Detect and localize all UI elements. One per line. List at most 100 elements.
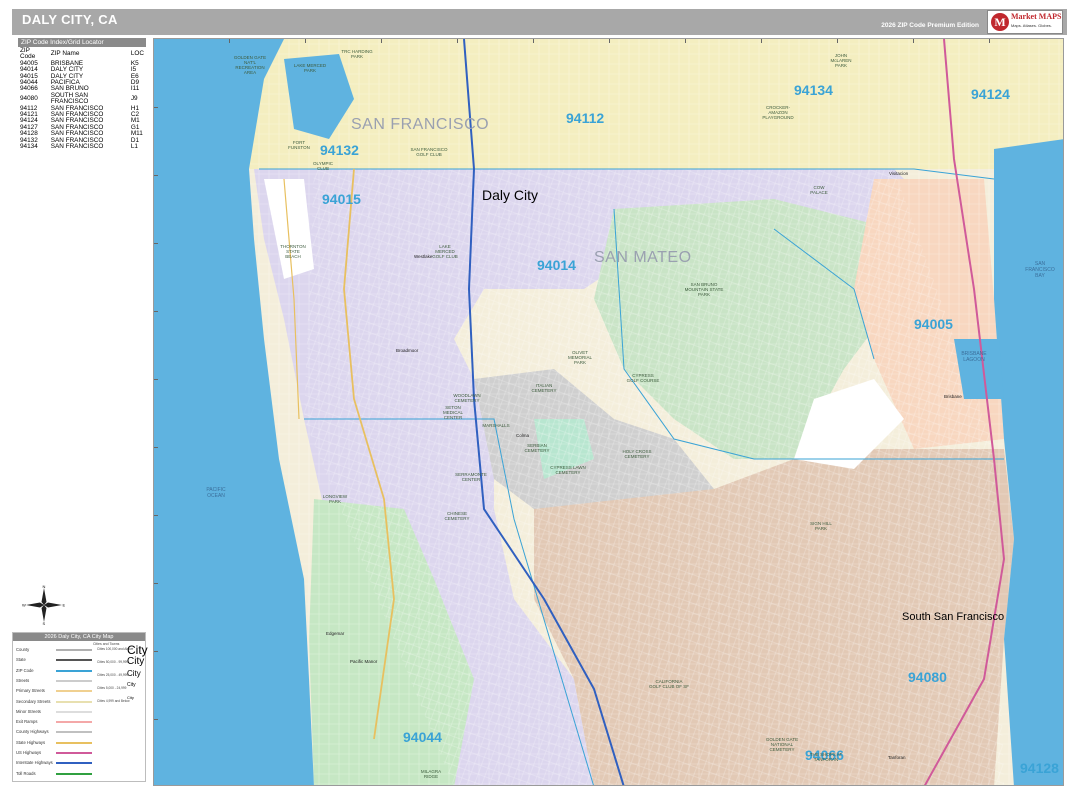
grid-tick	[154, 379, 158, 380]
grid-tick	[229, 39, 230, 43]
park-label: MARSHALLS	[482, 423, 510, 428]
zip-locator: ZIP Code Index/Grid Locator ZIP Code ZIP…	[18, 38, 146, 151]
legend-swatch	[56, 659, 92, 662]
park-label: LONGVIEW PARK	[322, 494, 348, 504]
park-label: SIGN HILL PARK	[810, 521, 832, 531]
city-label-south-san-francisco: South San Francisco	[902, 611, 1005, 623]
park-label: THORNTON STATE BEACH	[280, 244, 306, 259]
legend-label: County Highways	[16, 729, 49, 735]
legend-swatch	[56, 700, 92, 703]
park-label: CYPRESS LAWN CEMETERY	[550, 465, 586, 475]
legend-swatch	[56, 721, 92, 724]
locator-col-name: ZIP Name	[50, 50, 80, 58]
compass-w: W	[22, 603, 26, 608]
grid-tick	[381, 39, 382, 43]
locator-cell-loc: J9	[130, 95, 138, 103]
park-label: GOLDEN GATE NATIONAL CEMETERY	[765, 737, 799, 752]
compass-rose-icon: N S W E	[22, 584, 66, 626]
map-title: DALY CITY, CA	[22, 12, 118, 27]
legend-city-sample: City	[127, 682, 136, 688]
locator-title: ZIP Code Index/Grid Locator	[18, 38, 146, 47]
grid-tick	[533, 39, 534, 43]
locator-row: 94134 SAN FRANCISCO L1	[18, 143, 146, 151]
park-label: CALIFORNIA GOLF CLUB OF SF	[649, 679, 690, 689]
park-label: LAKE MERCED PARK	[293, 63, 327, 73]
logo-tagline: Maps. Atlases. Globes.	[1011, 23, 1052, 28]
legend-swatch	[56, 752, 92, 754]
park-label: MILAGRA RIDGE	[420, 769, 442, 779]
grid-tick	[837, 39, 838, 43]
edition-label: 2026 ZIP Code Premium Edition	[881, 22, 979, 29]
zip-label-94132: 94132	[320, 142, 359, 158]
legend-row: State Highways	[16, 738, 144, 748]
legend-label: US Highways	[16, 750, 42, 755]
legend-swatch	[56, 679, 92, 682]
grid-tick	[154, 515, 158, 516]
grid-tick	[913, 39, 914, 43]
grid-tick	[154, 311, 158, 312]
map-legend: 2026 Daly City, CA City Map Cities and T…	[12, 632, 148, 782]
grid-tick	[609, 39, 610, 43]
zip-label-94014: 94014	[537, 257, 576, 273]
legend-swatch	[56, 762, 92, 765]
town-label: Pacific Manor	[350, 659, 378, 664]
zip-label-94112: 94112	[566, 110, 605, 126]
region-label-san-mateo: SAN MATEO	[594, 249, 692, 266]
legend-city-sample: City	[127, 669, 141, 678]
legend-label: ZIP Code	[16, 667, 34, 673]
park-label: OLYMPIC CLUB	[313, 161, 333, 171]
legend-label: Streets	[16, 677, 30, 683]
map-canvas[interactable]: 94015 94014 94112 94134 94124 94132 9400…	[153, 38, 1064, 786]
locator-table: ZIP Code ZIP Name LOC 94005 BRISBANE K5 940…	[18, 47, 146, 151]
logo-brand: Market MAPS	[1011, 12, 1062, 21]
legend-label: Minor Streets	[16, 708, 41, 714]
town-label: Broadmoor	[396, 348, 419, 353]
legend-label: Toll Roads	[16, 770, 36, 776]
legend-row: Streets	[16, 676, 144, 686]
legend-row: County Highways	[16, 727, 144, 737]
grid-tick	[154, 583, 158, 584]
park-label: HOLY CROSS CEMETERY	[622, 449, 652, 459]
legend-swatch	[56, 649, 92, 651]
town-label: Colma	[516, 433, 530, 438]
legend-swatch	[56, 731, 92, 734]
legend-city-pop: Cities 50,000 - 99,999	[97, 660, 129, 664]
park-label: SAN FRANCISCO GOLF CLUB	[410, 147, 448, 157]
park-label: CYPRESS GOLF COURSE	[626, 373, 660, 383]
water-label-pacific-ocean: PACIFIC OCEAN	[206, 487, 226, 499]
legend-label: Primary Streets	[16, 688, 45, 694]
zip-label-94080: 94080	[908, 669, 947, 685]
park-label: SETON MEDICAL CENTER	[442, 405, 463, 420]
locator-cell-loc: L1	[130, 143, 138, 151]
locator-col-loc: LOC	[130, 50, 144, 58]
legend-swatch	[56, 772, 92, 775]
park-label: SAN BRUNO MOUNTAIN STATE PARK	[684, 282, 724, 297]
legend-label: Secondary Streets	[16, 698, 51, 704]
grid-tick	[154, 447, 158, 448]
grid-tick	[305, 39, 306, 43]
park-label: JOHN McLAREN PARK	[830, 53, 852, 68]
park-label: CROCKER-AMAZON PLAYGROUND	[762, 105, 794, 120]
legend-label: Interstate Highways	[16, 760, 53, 766]
town-label: Brisbane	[944, 394, 962, 399]
market-maps-logo: M Market MAPS Maps. Atlases. Globes.	[987, 10, 1063, 34]
grid-tick	[761, 39, 762, 43]
legend-row: Toll Roads	[16, 769, 144, 779]
locator-cell-zip: 94134	[20, 143, 38, 151]
water-label-brisbane-lagoon: BRISBANE LAGOON	[961, 351, 987, 363]
park-label: GOLDEN GATE NAT'L RECREATION AREA	[233, 55, 267, 75]
locator-row: 94080 SOUTH SAN FRANCISCO J9	[18, 91, 146, 106]
locator-cell-name: SOUTH SAN FRANCISCO	[50, 91, 89, 106]
grid-tick	[154, 651, 158, 652]
locator-header-row: ZIP Code ZIP Name LOC	[18, 47, 146, 61]
town-label: Visitacion	[889, 171, 909, 176]
city-label-daly-city: Daly City	[482, 187, 539, 203]
legend-row: Interstate Highways	[16, 758, 144, 768]
grid-tick	[154, 175, 158, 176]
zip-label-94134: 94134	[794, 82, 833, 98]
park-label: OLIVET MEMORIAL PARK	[567, 350, 592, 365]
zip-label-94128: 94128	[1020, 760, 1059, 776]
region-label-san-francisco: SAN FRANCISCO	[351, 116, 490, 133]
legend-row: Exit Ramps	[16, 717, 144, 727]
park-label: TRC HARDING PARK	[341, 49, 373, 59]
